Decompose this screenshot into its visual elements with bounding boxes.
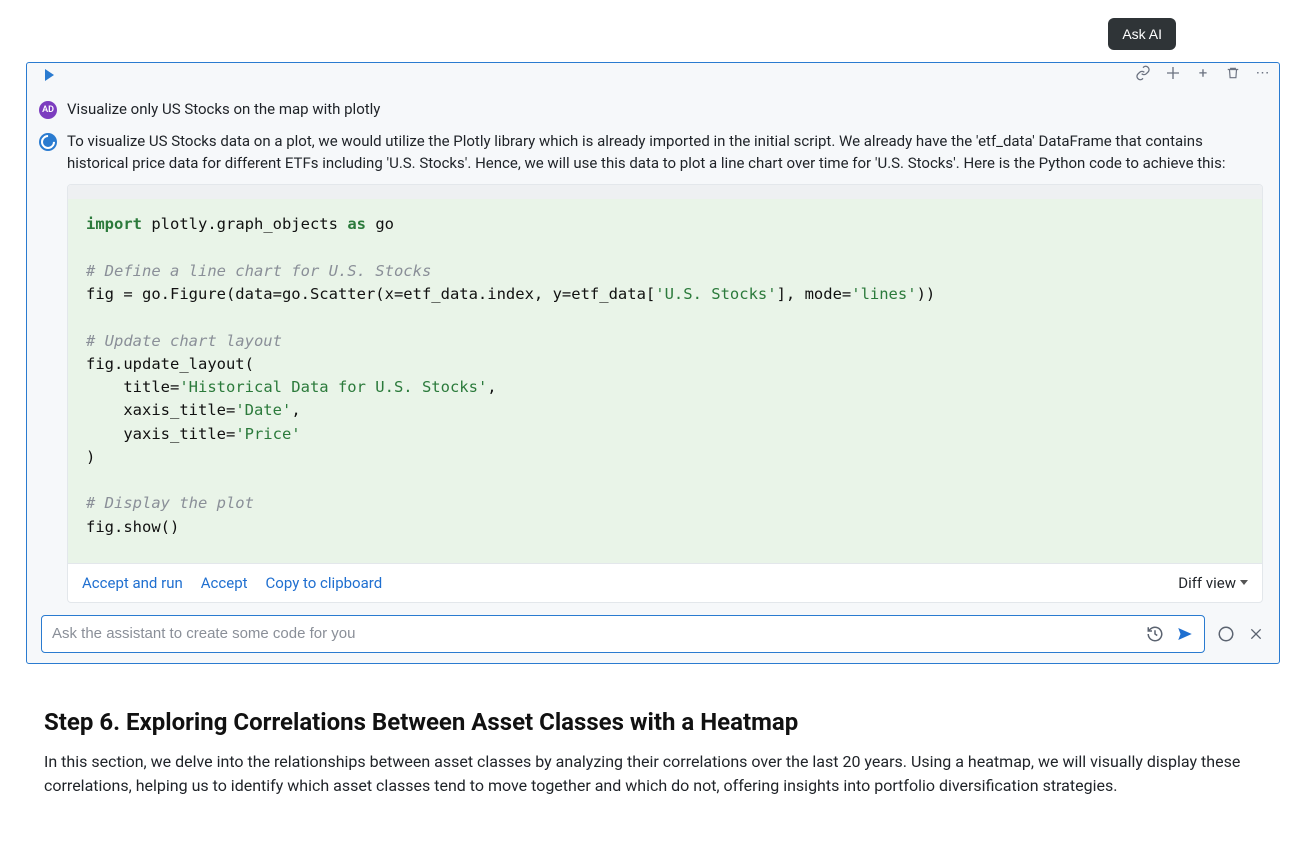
step-6-heading: Step 6. Exploring Correlations Between A… <box>44 708 1256 736</box>
code-string: 'Date' <box>235 401 291 419</box>
code-token: , <box>487 378 496 396</box>
send-icon[interactable] <box>1176 625 1194 643</box>
code-string: 'Historical Data for U.S. Stocks' <box>179 378 487 396</box>
code-string: 'lines' <box>851 285 916 303</box>
code-token: ) <box>86 448 95 466</box>
code-token: fig.show() <box>86 518 179 536</box>
code-token: xaxis_title= <box>86 401 235 419</box>
accept-and-run-button[interactable]: Accept and run <box>82 574 183 592</box>
ai-message: To visualize US Stocks data on a plot, w… <box>39 131 1263 175</box>
ai-chat-panel: AD Visualize only US Stocks on the map w… <box>27 87 1279 174</box>
run-cell-icon[interactable] <box>45 69 54 81</box>
step-6-paragraph: In this section, we delve into the relat… <box>44 750 1256 798</box>
code-comment: # Update chart layout <box>86 332 282 350</box>
code-token: title= <box>86 378 179 396</box>
accept-button[interactable]: Accept <box>201 574 248 592</box>
notebook-cell: + ⋯ AD Visualize only US Stocks on the m… <box>26 62 1280 664</box>
markdown-section: Step 6. Exploring Correlations Between A… <box>44 708 1256 798</box>
code-token: fig = go.Figure(data=go.Scatter(x=etf_da… <box>86 285 655 303</box>
prompt-row <box>41 615 1265 653</box>
code-comment: # Define a line chart for U.S. Stocks <box>86 262 431 280</box>
user-avatar: AD <box>39 101 57 119</box>
add-cell-icon[interactable] <box>1165 65 1181 81</box>
code-token: go <box>366 215 394 233</box>
code-suggestion-block: import plotly.graph_objects as go # Defi… <box>67 184 1263 603</box>
diff-view-dropdown[interactable]: Diff view <box>1178 574 1248 592</box>
code-token: ], mode= <box>777 285 852 303</box>
code-header-strip <box>68 185 1262 199</box>
code-actions-row: Accept and run Accept Copy to clipboard … <box>68 563 1262 602</box>
more-icon[interactable]: ⋯ <box>1255 65 1271 81</box>
close-icon[interactable] <box>1247 625 1265 643</box>
code-token: import <box>86 215 142 233</box>
stop-icon[interactable] <box>1217 625 1235 643</box>
code-comment: # Display the plot <box>86 494 254 512</box>
link-icon[interactable] <box>1135 65 1151 81</box>
assistant-prompt-input[interactable] <box>52 625 1146 642</box>
code-body: import plotly.graph_objects as go # Defi… <box>68 199 1262 563</box>
user-message: AD Visualize only US Stocks on the map w… <box>39 99 1263 121</box>
prompt-input-wrap <box>41 615 1205 653</box>
code-token: , <box>291 401 300 419</box>
ask-ai-button[interactable]: Ask AI <box>1108 18 1176 50</box>
code-token: )) <box>917 285 936 303</box>
code-token: plotly.graph_objects <box>142 215 347 233</box>
code-token: yaxis_title= <box>86 425 235 443</box>
user-message-text: Visualize only US Stocks on the map with… <box>67 99 380 121</box>
plus-icon[interactable]: + <box>1195 65 1211 81</box>
cell-toolbar-actions: + ⋯ <box>1135 65 1271 81</box>
code-string: 'Price' <box>235 425 300 443</box>
page-frame: Ask AI + ⋯ AD Visualize only US <box>0 0 1300 860</box>
diff-view-label: Diff view <box>1178 574 1236 592</box>
copy-to-clipboard-button[interactable]: Copy to clipboard <box>266 574 383 592</box>
trash-icon[interactable] <box>1225 65 1241 81</box>
cell-toolbar: + ⋯ <box>27 63 1279 87</box>
ai-avatar <box>39 133 57 151</box>
code-string: 'U.S. Stocks' <box>655 285 776 303</box>
ai-message-text: To visualize US Stocks data on a plot, w… <box>67 131 1263 175</box>
code-token: as <box>347 215 366 233</box>
history-icon[interactable] <box>1146 625 1164 643</box>
code-token: fig.update_layout( <box>86 355 254 373</box>
chevron-down-icon <box>1240 580 1248 585</box>
